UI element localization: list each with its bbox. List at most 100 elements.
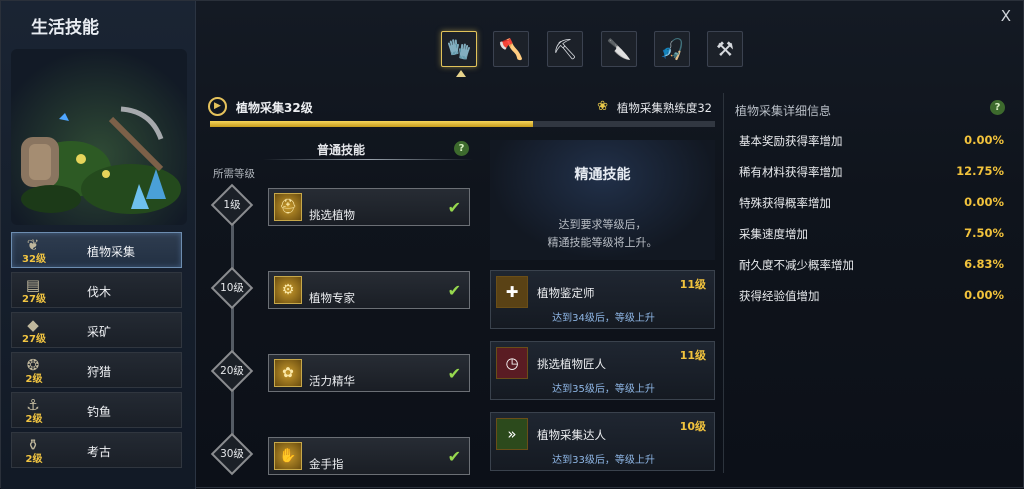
mastery-condition: 达到33级后，等级上升 — [552, 455, 655, 466]
level-node-label: 10级 — [220, 282, 244, 294]
skill-level: 32级 — [22, 254, 46, 265]
mastery-description: 达到要求等级后， 精通技能等级将上升。 — [490, 216, 715, 252]
normal-skills-title: 普通技能 — [317, 143, 366, 157]
sidebar-item-plant-gathering[interactable]: ❦ 32级 植物采集 — [11, 232, 182, 268]
help-button[interactable]: ? — [454, 141, 469, 156]
skill-name: 挑选植物 — [309, 208, 355, 222]
flower-icon: ✿ — [274, 359, 302, 387]
mastery-desc-line: 精通技能等级将上升。 — [547, 236, 658, 249]
life-skills-window: 生活技能 ❦ 32级 植物采集 ▤ 27级 伐木 ◆ 27级 采矿 ❂ 2级 狩… — [0, 0, 1024, 489]
detail-value: 0.00% — [964, 195, 1004, 209]
helmet-icon: ⛑ — [274, 193, 302, 221]
level-node-label: 1级 — [223, 199, 241, 211]
herb-arrow-icon: » — [496, 418, 528, 450]
detail-label: 特殊获得概率增加 — [739, 196, 831, 210]
level-node: 1级 — [209, 182, 255, 228]
level-node: 10级 — [209, 265, 255, 311]
detail-label: 获得经验值增加 — [739, 289, 820, 303]
mastery-item-gathering-master[interactable]: » 植物采集达人 10级 达到33级后，等级上升 — [490, 412, 715, 471]
hand-icon: ✋ — [274, 442, 302, 470]
mastery-name: 植物鉴定师 — [537, 286, 595, 300]
skill-level: 2级 — [25, 414, 43, 425]
check-icon: ✔ — [447, 447, 461, 466]
detail-row: 基本奖励获得率增加 0.00% — [739, 133, 1004, 151]
fishing-rod-icon[interactable]: 🎣 — [654, 31, 690, 67]
skill-item-pick-plants[interactable]: ⛑ 挑选植物 ✔ — [268, 188, 470, 226]
detail-label: 基本奖励获得率增加 — [739, 134, 843, 148]
proficiency-label: 植物采集熟练度32 — [616, 101, 712, 115]
mastery-item-pick-plants-craftsman[interactable]: ◷ 挑选植物匠人 11级 达到35级后，等级上升 — [490, 341, 715, 400]
detail-value: 0.00% — [964, 133, 1004, 147]
divider — [263, 159, 473, 160]
level-node-label: 20级 — [220, 365, 244, 377]
mastery-title: 精通技能 — [574, 167, 631, 183]
detail-label: 耐久度不减少概率增加 — [739, 258, 854, 272]
axe-icon[interactable]: 🪓 — [493, 31, 529, 67]
skill-item-golden-finger[interactable]: ✋ 金手指 ✔ — [268, 437, 470, 475]
mastery-condition: 达到34级后，等级上升 — [552, 313, 655, 324]
detail-value: 12.75% — [956, 164, 1004, 178]
check-icon: ✔ — [447, 198, 461, 217]
detail-row: 耐久度不减少概率增加 6.83% — [739, 257, 1004, 275]
skill-header: ▶ 植物采集32级 ❀ 植物采集熟练度32 — [208, 97, 716, 119]
sidebar-item-label: 考古 — [87, 445, 112, 459]
sidebar-item-hunting[interactable]: ❂ 2级 狩猎 — [11, 352, 182, 388]
sidebar-item-fishing[interactable]: ⚓ 2级 钓鱼 — [11, 392, 182, 428]
progress-fill — [210, 121, 534, 127]
check-icon: ✔ — [447, 281, 461, 300]
details-title: 植物采集详细信息 — [735, 104, 832, 118]
check-icon: ✔ — [447, 364, 461, 383]
detail-row: 稀有材料获得率增加 12.75% — [739, 164, 1004, 182]
selected-tab-indicator — [456, 70, 466, 77]
sidebar-item-label: 伐木 — [87, 285, 112, 299]
sidebar-item-logging[interactable]: ▤ 27级 伐木 — [11, 272, 182, 308]
proficiency-progress-bar — [210, 121, 715, 127]
detail-value: 0.00% — [964, 288, 1004, 302]
skill-item-plant-expert[interactable]: ⚙ 植物专家 ✔ — [268, 271, 470, 309]
detail-row: 获得经验值增加 0.00% — [739, 288, 1004, 306]
sidebar-item-label: 钓鱼 — [87, 405, 112, 419]
mastery-name: 植物采集达人 — [537, 428, 606, 442]
mastery-level: 11级 — [679, 349, 706, 362]
skill-name: 植物专家 — [309, 291, 355, 305]
skill-level: 27级 — [22, 294, 46, 305]
mastery-level: 10级 — [679, 420, 706, 433]
skill-name: 活力精华 — [309, 374, 355, 388]
herb-plus-icon: ✚ — [496, 276, 528, 308]
gears-icon: ⚙ — [274, 276, 302, 304]
detail-row: 特殊获得概率增加 0.00% — [739, 195, 1004, 213]
mastery-item-plant-appraiser[interactable]: ✚ 植物鉴定师 11级 达到34级后，等级上升 — [490, 270, 715, 329]
gloves-icon[interactable]: 🧤 — [441, 31, 477, 67]
sidebar-item-mining[interactable]: ◆ 27级 采矿 — [11, 312, 182, 348]
help-button[interactable]: ? — [990, 100, 1005, 115]
mastery-panel: 精通技能 达到要求等级后， 精通技能等级将上升。 — [490, 140, 715, 260]
detail-label: 稀有材料获得率增加 — [739, 165, 843, 179]
skill-title: 植物采集32级 — [236, 101, 313, 115]
play-icon: ▶ — [208, 97, 227, 116]
skill-level: 2级 — [25, 374, 43, 385]
mastery-desc-line: 达到要求等级后， — [558, 218, 647, 231]
hand-clock-icon: ◷ — [496, 347, 528, 379]
detail-label: 采集速度增加 — [739, 227, 808, 241]
plant-gathering-illustration — [11, 49, 187, 225]
detail-row: 采集速度增加 7.50% — [739, 226, 1004, 244]
level-node: 30级 — [209, 431, 255, 477]
sidebar-item-label: 采矿 — [87, 325, 112, 339]
knife-icon[interactable]: 🔪 — [601, 31, 637, 67]
sidebar: 生活技能 ❦ 32级 植物采集 ▤ 27级 伐木 ◆ 27级 采矿 ❂ 2级 狩… — [1, 1, 196, 489]
sidebar-item-label: 植物采集 — [87, 245, 136, 259]
sidebar-item-label: 狩猎 — [87, 365, 112, 379]
mastery-condition: 达到35级后，等级上升 — [552, 384, 655, 395]
close-button[interactable]: X — [1001, 7, 1011, 25]
skill-level: 27级 — [22, 334, 46, 345]
panel-divider — [723, 93, 724, 473]
mastery-name: 挑选植物匠人 — [537, 357, 606, 371]
skill-item-vitality-essence[interactable]: ✿ 活力精华 ✔ — [268, 354, 470, 392]
leaf-icon: ❀ — [597, 99, 608, 114]
pickaxe-icon[interactable]: ⛏ — [547, 31, 583, 67]
level-node: 20级 — [209, 348, 255, 394]
detail-value: 6.83% — [964, 257, 1004, 271]
skill-level: 2级 — [25, 454, 43, 465]
sidebar-item-archaeology[interactable]: ⚱ 2级 考古 — [11, 432, 182, 468]
shovel-icon[interactable]: ⚒ — [707, 31, 743, 67]
